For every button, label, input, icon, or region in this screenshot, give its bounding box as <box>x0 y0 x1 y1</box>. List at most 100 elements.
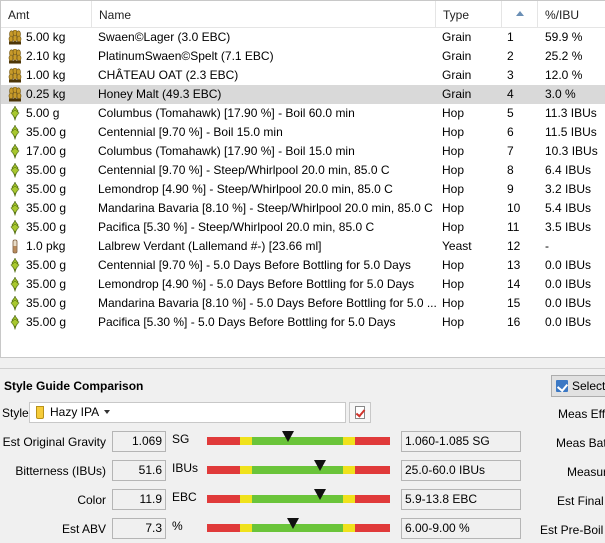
cell-pct-ibu: 0.0 IBUs <box>545 258 592 272</box>
cell-order: 9 <box>507 182 514 196</box>
table-row[interactable]: 35.00 g Pacifica [5.30 %] - 5.0 Days Befo… <box>1 313 605 332</box>
param-label: Color <box>77 493 106 507</box>
cell-name: Lemondrop [4.90 %] - Steep/Whirlpool 20.… <box>98 182 393 196</box>
amount-text: 2.10 kg <box>26 49 66 63</box>
cell-pct-ibu: 6.4 IBUs <box>545 163 592 177</box>
cell-order: 12 <box>507 239 521 253</box>
table-row[interactable]: 35.00 g Pacifica [5.30 %] - Steep/Whirlpo… <box>1 218 605 237</box>
cell-pct-ibu: 0.0 IBUs <box>545 315 592 329</box>
cell-amount: 1.0 pkg <box>8 237 92 256</box>
table-row[interactable]: 35.00 g Lemondrop [4.90 %] - 5.0 Days Bef… <box>1 275 605 294</box>
cell-pct-ibu: 12.0 % <box>545 68 583 82</box>
measured-label: Measur <box>567 465 605 479</box>
amount-text: 35.00 g <box>26 220 67 234</box>
cell-order: 3 <box>507 68 514 82</box>
est-final-gravity-label: Est Final G <box>557 494 605 508</box>
gauge-red-low <box>207 495 240 503</box>
cell-name: Lalbrew Verdant (Lallemand #-) [23.66 ml… <box>98 239 322 253</box>
param-value: 51.6 <box>112 460 166 481</box>
table-row[interactable]: 35.00 g Mandarina Bavaria [8.10 %] - 5.0 … <box>1 294 605 313</box>
table-row[interactable]: 2.10 kg PlatinumSwaen©Spelt (7.1 EBC) Grai… <box>1 47 605 66</box>
measured-batch-label: Meas Bat <box>556 436 605 450</box>
cell-amount: 35.00 g <box>8 218 92 237</box>
cell-type: Hop <box>442 201 465 215</box>
cell-amount: 35.00 g <box>8 161 92 180</box>
param-value: 1.069 <box>112 431 166 452</box>
cell-amount: 1.00 kg <box>8 66 92 85</box>
cell-name: Honey Malt (49.3 EBC) <box>98 87 222 101</box>
column-header-amt[interactable]: Amt <box>1 1 92 28</box>
style-edit-button[interactable] <box>349 402 371 423</box>
cell-name: Mandarina Bavaria [8.10 %] - Steep/Whirl… <box>98 201 433 215</box>
table-row[interactable]: 35.00 g Centennial [9.70 %] - Steep/Whirl… <box>1 161 605 180</box>
cell-amount: 35.00 g <box>8 275 92 294</box>
cell-type: Grain <box>442 30 472 44</box>
section-divider <box>0 368 605 369</box>
table-row[interactable]: 35.00 g Mandarina Bavaria [8.10 %] - Stee… <box>1 199 605 218</box>
amount-text: 5.00 g <box>26 106 60 120</box>
amount-text: 35.00 g <box>26 315 67 329</box>
ingredients-table: Amt Name Type %/IBU 5.00 kg Swaen©Lager (… <box>0 0 605 358</box>
column-header-type[interactable]: Type <box>436 1 502 28</box>
param-gauge <box>207 518 390 532</box>
param-range: 25.0-60.0 IBUs <box>401 460 521 481</box>
gauge-yellow-high <box>343 524 355 532</box>
column-header-order[interactable] <box>502 1 538 28</box>
cell-name: Pacifica [5.30 %] - Steep/Whirlpool 20.0… <box>98 220 375 234</box>
gauge-marker-icon <box>314 460 326 471</box>
cell-pct-ibu: - <box>545 239 549 253</box>
style-dropdown[interactable]: Hazy IPA <box>29 402 346 423</box>
cell-pct-ibu: 0.0 IBUs <box>545 277 592 291</box>
cell-order: 10 <box>507 201 521 215</box>
cell-amount: 35.00 g <box>8 313 92 332</box>
beer-glass-icon <box>36 406 44 419</box>
column-header-name[interactable]: Name <box>92 1 436 28</box>
gauge-marker-icon <box>282 431 294 442</box>
param-label: Est Original Gravity <box>2 435 106 449</box>
cell-type: Yeast <box>442 239 472 253</box>
cell-order: 16 <box>507 315 521 329</box>
param-unit: IBUs <box>172 461 199 475</box>
checkmark-icon <box>556 380 568 392</box>
cell-type: Hop <box>442 296 465 310</box>
style-label: Style <box>2 406 29 420</box>
cell-order: 2 <box>507 49 514 63</box>
table-row[interactable]: 35.00 g Lemondrop [4.90 %] - Steep/Whirlp… <box>1 180 605 199</box>
cell-amount: 35.00 g <box>8 123 92 142</box>
cell-amount: 2.10 kg <box>8 47 92 66</box>
cell-amount: 5.00 g <box>8 104 92 123</box>
cell-type: Hop <box>442 125 465 139</box>
cell-pct-ibu: 0.0 IBUs <box>545 296 592 310</box>
table-row[interactable]: 5.00 kg Swaen©Lager (3.0 EBC) Grain 1 59.9 % <box>1 28 605 47</box>
table-row[interactable]: 35.00 g Centennial [9.70 %] - Boil 15.0 m… <box>1 123 605 142</box>
cell-type: Hop <box>442 163 465 177</box>
cell-amount: 0.25 kg <box>8 85 92 104</box>
sort-ascending-icon <box>515 11 524 16</box>
amount-text: 35.00 g <box>26 125 67 139</box>
cell-order: 14 <box>507 277 521 291</box>
cell-pct-ibu: 59.9 % <box>545 30 583 44</box>
gauge-marker-icon <box>314 489 326 500</box>
cell-name: PlatinumSwaen©Spelt (7.1 EBC) <box>98 49 274 63</box>
cell-name: Lemondrop [4.90 %] - 5.0 Days Before Bot… <box>98 277 415 291</box>
gauge-red-low <box>207 466 240 474</box>
table-row[interactable]: 17.00 g Columbus (Tomahawk) [17.90 %] - B… <box>1 142 605 161</box>
gauge-yellow-low <box>240 466 252 474</box>
param-gauge <box>207 489 390 503</box>
cell-amount: 5.00 kg <box>8 28 92 47</box>
param-unit: EBC <box>172 490 197 504</box>
measured-efficiency-label: Meas Effi <box>558 407 605 421</box>
table-row[interactable]: 0.25 kg Honey Malt (49.3 EBC) Grain 4 3.0 % <box>1 85 605 104</box>
cell-order: 13 <box>507 258 521 272</box>
table-row[interactable]: 35.00 g Centennial [9.70 %] - 5.0 Days Be… <box>1 256 605 275</box>
table-header: Amt Name Type %/IBU <box>1 1 605 28</box>
cell-type: Hop <box>442 182 465 196</box>
cell-pct-ibu: 11.5 IBUs <box>545 125 597 139</box>
select-style-button[interactable]: Select <box>551 375 605 397</box>
gauge-red-low <box>207 524 240 532</box>
column-header-pct-ibu[interactable]: %/IBU <box>538 1 605 28</box>
table-row[interactable]: 1.00 kg CHÂTEAU OAT (2.3 EBC) Grain 3 12.0 % <box>1 66 605 85</box>
table-row[interactable]: 5.00 g Columbus (Tomahawk) [17.90 %] - Bo… <box>1 104 605 123</box>
table-row[interactable]: 1.0 pkg Lalbrew Verdant (Lallemand #-) [2… <box>1 237 605 256</box>
param-range: 6.00-9.00 % <box>401 518 521 539</box>
